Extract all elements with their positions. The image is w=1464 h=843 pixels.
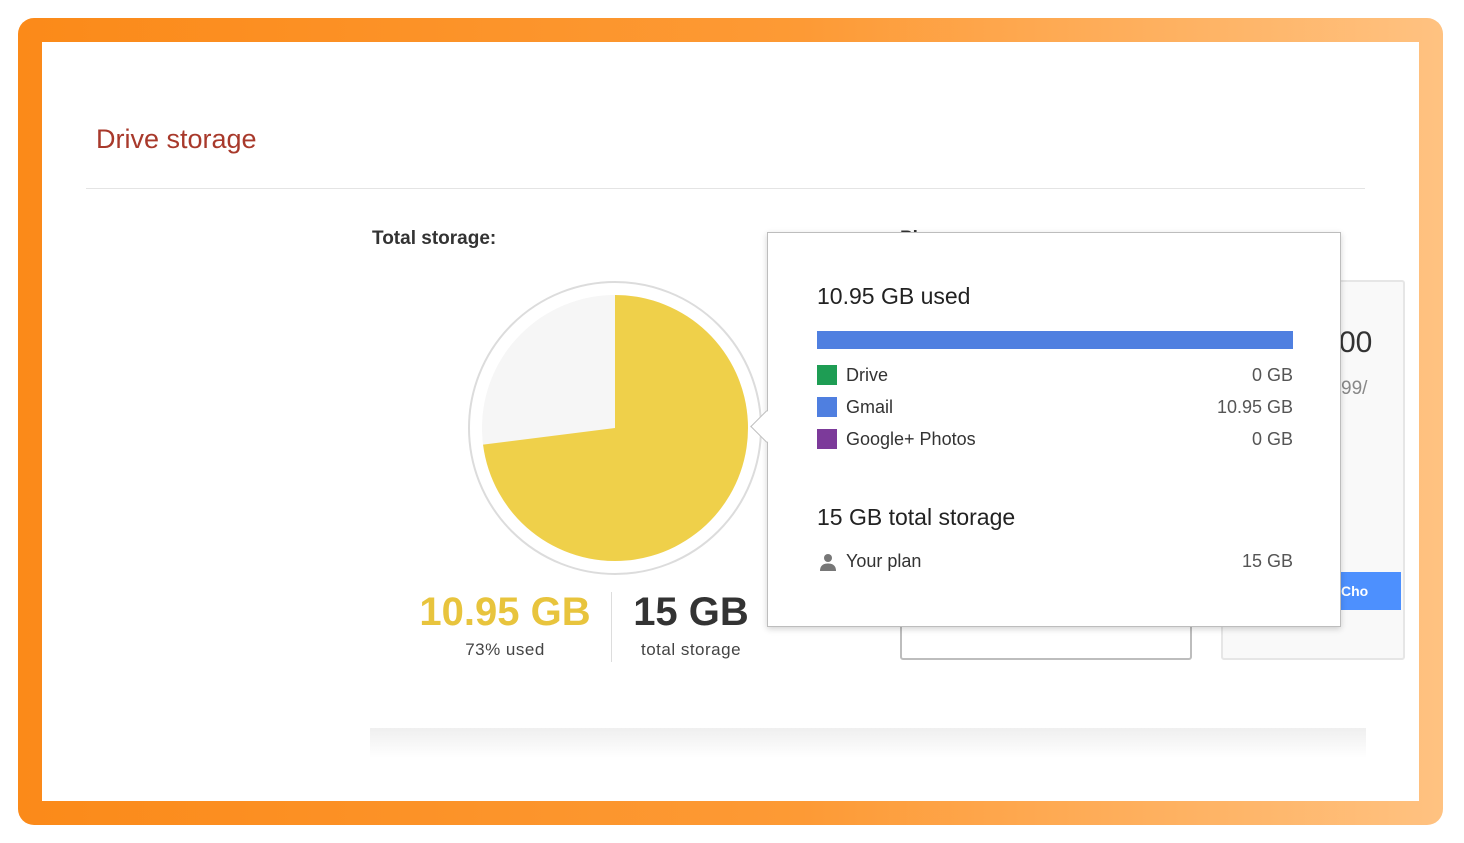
usage-bar	[817, 331, 1293, 349]
breakdown-row-drive: Drive 0 GB	[817, 364, 1293, 396]
drive-swatch	[817, 365, 837, 385]
breakdown-value: 0 GB	[1251, 429, 1293, 449]
popup-used-title: 10.95 GB used	[817, 283, 971, 309]
used-amount: 10.95 GB	[419, 590, 591, 634]
breakdown-label: Google+ Photos	[846, 429, 976, 449]
plan-price: 00	[1339, 326, 1373, 359]
your-plan-row: Your plan 15 GB	[817, 551, 1293, 577]
used-percent: 73% used	[465, 640, 545, 659]
breakdown-row-gmail: Gmail 10.95 GB	[817, 396, 1293, 428]
storage-page: Drive storage Total storage: Pl 10.95 GB…	[42, 42, 1419, 801]
usage-bar-fill	[817, 331, 1293, 349]
photos-swatch	[817, 429, 837, 449]
storage-breakdown-popup: 10.95 GB used Drive 0 GB Gmail 10.95 GB …	[750, 232, 1341, 627]
stat-divider	[611, 592, 612, 662]
person-icon	[820, 554, 836, 571]
total-storage-label: Total storage:	[372, 228, 497, 249]
breakdown-row-photos: Google+ Photos 0 GB	[817, 428, 1293, 460]
title-divider	[86, 188, 1365, 189]
breakdown-value: 0 GB	[1251, 365, 1293, 385]
storage-pie-chart	[468, 281, 762, 575]
choose-plan-button[interactable]: Cho	[1339, 572, 1401, 610]
total-amount: 15 GB	[633, 590, 749, 634]
breakdown-value: 10.95 GB	[1216, 397, 1293, 417]
breakdown-label: Gmail	[846, 397, 894, 417]
total-storage-caption: total storage	[640, 640, 742, 659]
page-title: Drive storage	[96, 124, 257, 154]
your-plan-value: 15 GB	[1241, 551, 1293, 571]
usage-breakdown-list: Drive 0 GB Gmail 10.95 GB Google+ Photos…	[817, 364, 1293, 460]
gmail-swatch	[817, 397, 837, 417]
bottom-shadow-strip	[370, 728, 1366, 758]
popup-total-title: 15 GB total storage	[817, 504, 1016, 530]
breakdown-label: Drive	[846, 365, 889, 385]
plan-price-sub: 99/	[1341, 378, 1368, 399]
your-plan-label: Your plan	[846, 551, 922, 571]
